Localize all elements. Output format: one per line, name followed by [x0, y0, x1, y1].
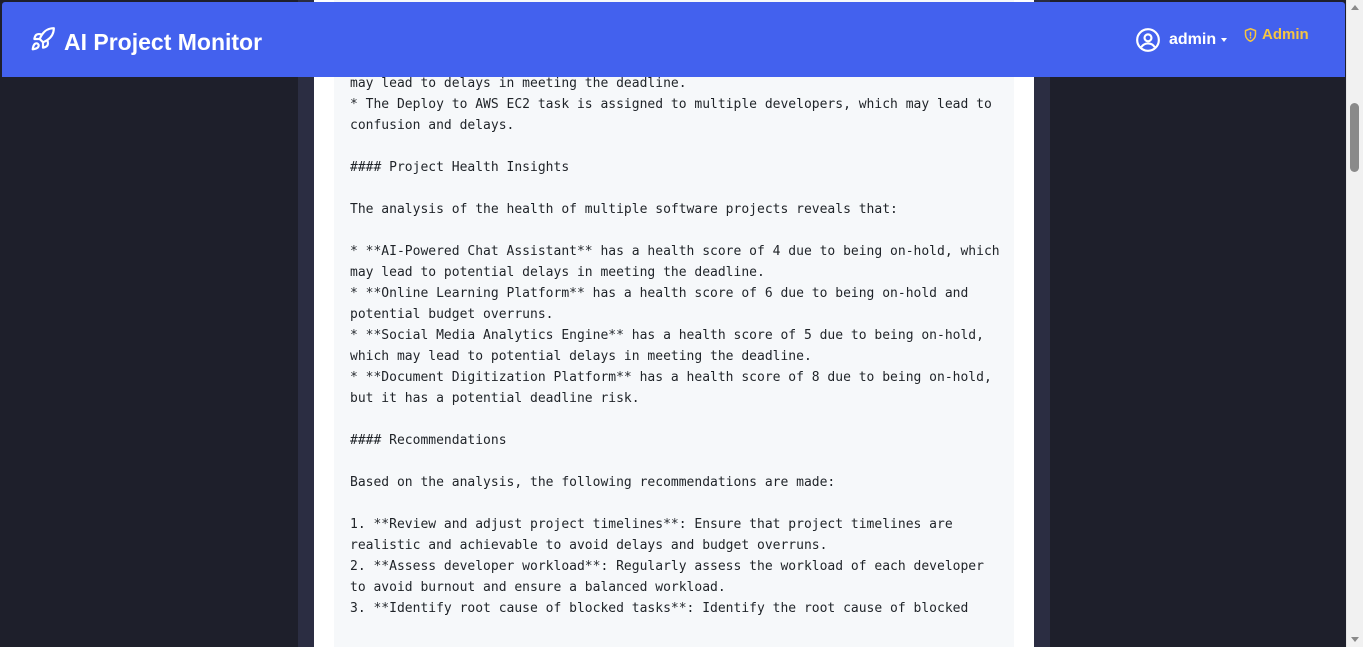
ai-report-box: * The Connect Django to React project ha… — [334, 0, 1014, 647]
top-navbar: AI Project Monitor admin Admin — [2, 2, 1345, 77]
report-line: potential budget overruns. — [350, 307, 554, 322]
report-line: Based on the analysis, the following rec… — [350, 475, 836, 490]
report-line: which may lead to potential delays in me… — [350, 349, 812, 364]
report-line: but it has a potential deadline risk. — [350, 391, 640, 406]
user-name: admin — [1169, 31, 1217, 48]
report-line: * **Online Learning Platform** has a hea… — [350, 286, 969, 301]
role-badge: Admin — [1243, 26, 1309, 43]
brand-link[interactable]: AI Project Monitor — [30, 26, 262, 58]
report-line: * **Document Digitization Platform** has… — [350, 370, 992, 385]
report-line: 1. **Review and adjust project timelines… — [350, 517, 953, 532]
report-line: 3. **Identify root cause of blocked task… — [350, 601, 969, 616]
user-menu-dropdown[interactable]: admin — [1135, 27, 1228, 53]
scroll-up-arrow-icon[interactable] — [1351, 5, 1359, 10]
shield-icon — [1243, 27, 1262, 43]
app-title: AI Project Monitor — [64, 28, 263, 55]
main-content-column: * The Connect Django to React project ha… — [298, 0, 1050, 647]
vertical-scrollbar[interactable] — [1346, 0, 1363, 647]
report-line: #### Recommendations — [350, 433, 507, 448]
report-line: confusion and delays. — [350, 118, 515, 133]
page-viewport: * The Connect Django to React project ha… — [0, 0, 1346, 647]
report-line: * **Social Media Analytics Engine** has … — [350, 328, 984, 343]
ai-report-text: * The Connect Django to React project ha… — [350, 52, 1000, 619]
role-badge-label: Admin — [1262, 26, 1309, 43]
report-line: 2. **Assess developer workload**: Regula… — [350, 559, 984, 574]
report-line: * The Deploy to AWS EC2 task is assigned… — [350, 97, 992, 112]
chevron-down-icon — [1221, 38, 1228, 42]
report-line: The analysis of the health of multiple s… — [350, 202, 898, 217]
scrollbar-thumb[interactable] — [1350, 103, 1359, 172]
user-circle-icon — [1135, 27, 1161, 53]
report-card: * The Connect Django to React project ha… — [314, 0, 1034, 647]
report-line: may lead to potential delays in meeting … — [350, 265, 765, 280]
report-line: to avoid burnout and ensure a balanced w… — [350, 580, 726, 595]
report-line: * **AI-Powered Chat Assistant** has a he… — [350, 244, 1000, 259]
report-line: realistic and achievable to avoid delays… — [350, 538, 828, 553]
scroll-down-arrow-icon[interactable] — [1351, 637, 1359, 642]
report-line: may lead to delays in meeting the deadli… — [350, 76, 687, 91]
rocket-icon — [30, 26, 64, 58]
report-line: #### Project Health Insights — [350, 160, 570, 175]
